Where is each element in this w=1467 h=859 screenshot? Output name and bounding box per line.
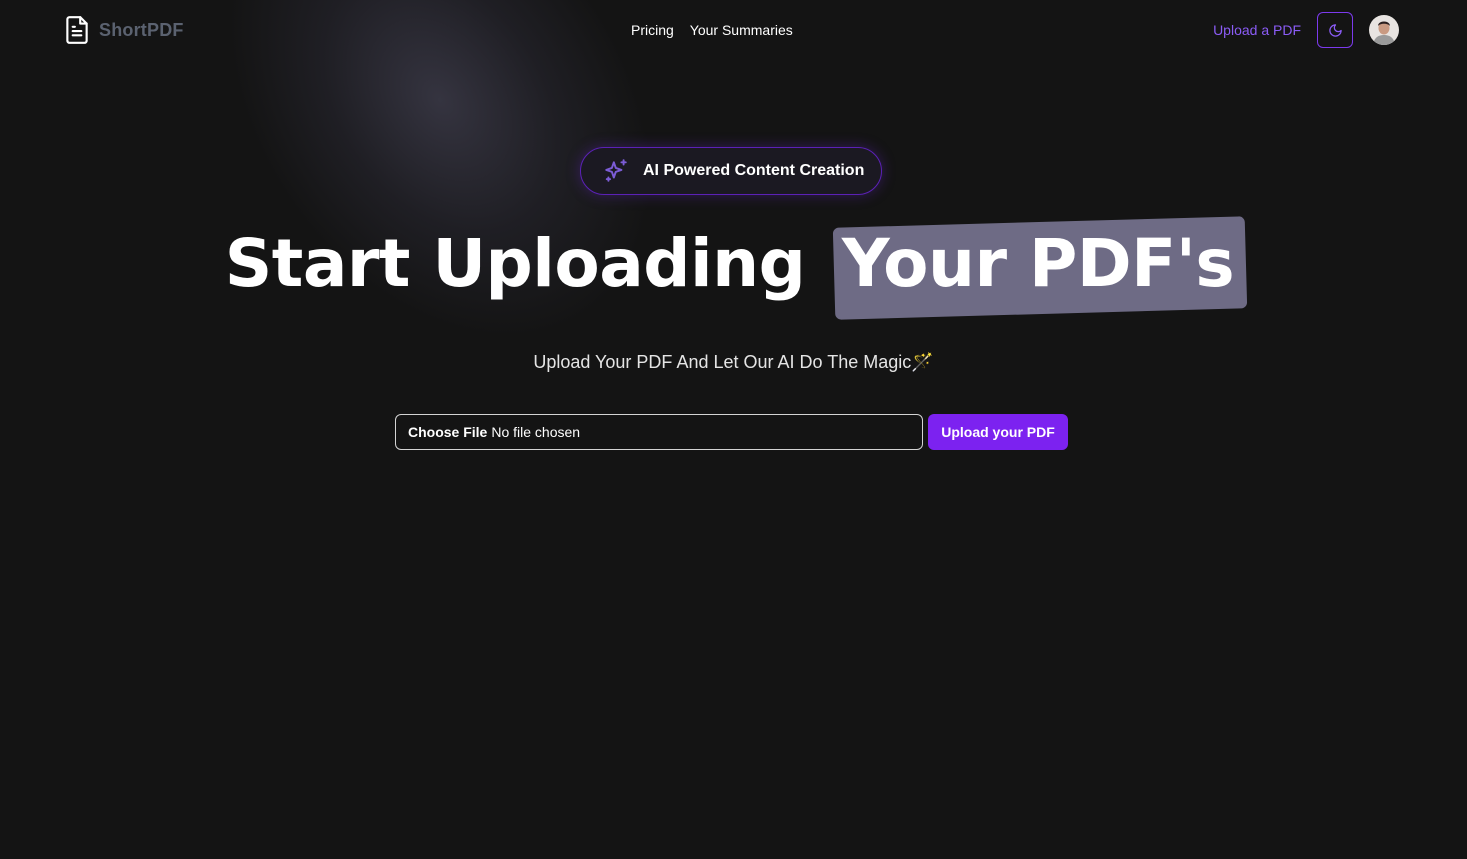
hero-title-start: Start Uploading <box>224 225 806 302</box>
theme-toggle-button[interactable] <box>1317 12 1353 48</box>
header-actions: Upload a PDF <box>1213 12 1399 48</box>
user-avatar[interactable] <box>1369 15 1399 45</box>
nav-link-pricing[interactable]: Pricing <box>631 20 674 40</box>
upload-form: Choose File No file chosen Upload your P… <box>395 414 1068 450</box>
badge-text: AI Powered Content Creation <box>643 162 865 179</box>
hero-title-highlight: Your PDF's <box>834 222 1242 306</box>
file-input[interactable]: Choose File No file chosen <box>395 414 923 450</box>
site-header: ShortPDF Pricing Your Summaries Upload a… <box>0 0 1467 60</box>
file-status-text: No file chosen <box>491 424 581 440</box>
moon-icon <box>1328 23 1342 37</box>
upload-pdf-button[interactable]: Upload your PDF <box>928 414 1068 450</box>
hero-title-highlight-text: Your PDF's <box>841 225 1235 302</box>
hero-title: Start Uploading Your PDF's <box>0 222 1467 306</box>
page: ShortPDF Pricing Your Summaries Upload a… <box>0 0 1467 859</box>
ai-badge: AI Powered Content Creation <box>580 147 882 195</box>
choose-file-button[interactable]: Choose File <box>408 424 487 440</box>
sparkles-icon <box>605 159 627 182</box>
main-nav: Pricing Your Summaries <box>631 20 793 40</box>
file-text-icon <box>66 16 88 44</box>
upload-pdf-link[interactable]: Upload a PDF <box>1213 22 1301 38</box>
logo-text: ShortPDF <box>99 19 184 40</box>
hero-subtitle: Upload Your PDF And Let Our AI Do The Ma… <box>533 352 934 372</box>
logo-link[interactable]: ShortPDF <box>64 14 184 46</box>
nav-link-your-summaries[interactable]: Your Summaries <box>690 20 793 40</box>
avatar-image <box>1369 15 1399 45</box>
